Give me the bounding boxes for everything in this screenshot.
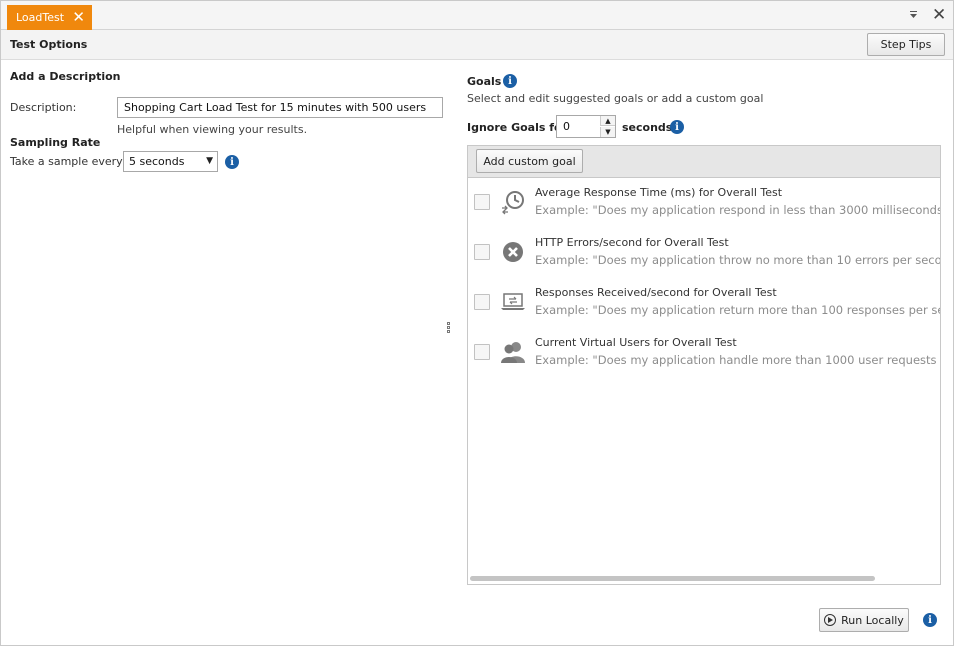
run-locally-label: Run Locally bbox=[841, 613, 904, 627]
goal-example: Example: "Does my application return mor… bbox=[535, 303, 941, 317]
window-close-icon[interactable]: ✕ bbox=[932, 6, 946, 24]
goal-title: Current Virtual Users for Overall Test bbox=[535, 336, 737, 349]
step-tips-button[interactable]: Step Tips bbox=[867, 33, 945, 56]
users-icon bbox=[501, 342, 525, 363]
sampling-rate-heading: Sampling Rate bbox=[10, 136, 101, 149]
ignore-goals-info-icon[interactable]: i bbox=[670, 120, 684, 134]
goal-item[interactable]: HTTP Errors/second for Overall Test Exam… bbox=[468, 229, 941, 275]
goal-checkbox[interactable] bbox=[474, 244, 490, 260]
goal-example: Example: "Does my application respond in… bbox=[535, 203, 941, 217]
chevron-down-icon: ▼ bbox=[206, 156, 213, 166]
goal-checkbox[interactable] bbox=[474, 294, 490, 310]
add-description-heading: Add a Description bbox=[10, 70, 121, 83]
laptop-exchange-icon bbox=[501, 293, 525, 310]
goal-item[interactable]: Average Response Time (ms) for Overall T… bbox=[468, 179, 941, 225]
description-label: Description: bbox=[10, 101, 77, 114]
error-x-icon bbox=[503, 242, 523, 262]
run-info-icon[interactable]: i bbox=[923, 613, 937, 627]
goal-title: Responses Received/second for Overall Te… bbox=[535, 286, 777, 299]
ignore-goals-stepper[interactable]: 0 ▲ ▼ bbox=[556, 115, 616, 138]
sampling-rate-select[interactable]: 5 seconds ▼ bbox=[123, 151, 218, 172]
description-hint: Helpful when viewing your results. bbox=[117, 123, 308, 136]
decrement-arrow-icon[interactable]: ▼ bbox=[600, 127, 615, 137]
goal-example: Example: "Does my application throw no m… bbox=[535, 253, 941, 267]
horizontal-scrollbar[interactable] bbox=[470, 576, 875, 581]
sampling-info-icon[interactable]: i bbox=[225, 155, 239, 169]
goal-item[interactable]: Responses Received/second for Overall Te… bbox=[468, 279, 941, 325]
goals-subtitle: Select and edit suggested goals or add a… bbox=[467, 92, 764, 105]
title-bar: LoadTest ✕ ✕ bbox=[1, 1, 953, 30]
goal-title: Average Response Time (ms) for Overall T… bbox=[535, 186, 783, 199]
test-options-bar: Test Options Step Tips bbox=[1, 30, 953, 60]
tab-label: LoadTest bbox=[16, 11, 65, 24]
tab-close-icon[interactable]: ✕ bbox=[72, 8, 85, 26]
test-options-title: Test Options bbox=[10, 38, 88, 51]
goal-checkbox[interactable] bbox=[474, 344, 490, 360]
goal-example: Example: "Does my application handle mor… bbox=[535, 353, 940, 367]
goal-item[interactable]: Current Virtual Users for Overall Test E… bbox=[468, 329, 940, 375]
ignore-goals-label: Ignore Goals for bbox=[467, 121, 567, 134]
tab-loadtest[interactable]: LoadTest ✕ bbox=[7, 5, 92, 30]
goal-title: HTTP Errors/second for Overall Test bbox=[535, 236, 729, 249]
play-icon bbox=[824, 614, 837, 626]
goal-checkbox[interactable] bbox=[474, 194, 490, 210]
goals-panel: Add custom goal Average Response Time (m… bbox=[467, 145, 941, 585]
goals-heading: Goals bbox=[467, 75, 502, 88]
pane-splitter-handle[interactable] bbox=[446, 321, 452, 337]
goals-info-icon[interactable]: i bbox=[503, 74, 517, 88]
run-locally-button[interactable]: Run Locally bbox=[819, 608, 909, 632]
description-input[interactable]: Shopping Cart Load Test for 15 minutes w… bbox=[117, 97, 443, 118]
sampling-label: Take a sample every: bbox=[10, 155, 126, 168]
sampling-rate-value: 5 seconds bbox=[129, 155, 185, 168]
increment-arrow-icon[interactable]: ▲ bbox=[600, 116, 615, 126]
goals-toolbar: Add custom goal bbox=[468, 146, 940, 178]
ignore-goals-unit: seconds bbox=[622, 121, 673, 134]
ignore-goals-value: 0 bbox=[563, 120, 570, 133]
add-custom-goal-button[interactable]: Add custom goal bbox=[476, 149, 583, 173]
window-menu-dropdown-icon[interactable] bbox=[909, 10, 918, 20]
clock-icon bbox=[502, 191, 524, 215]
